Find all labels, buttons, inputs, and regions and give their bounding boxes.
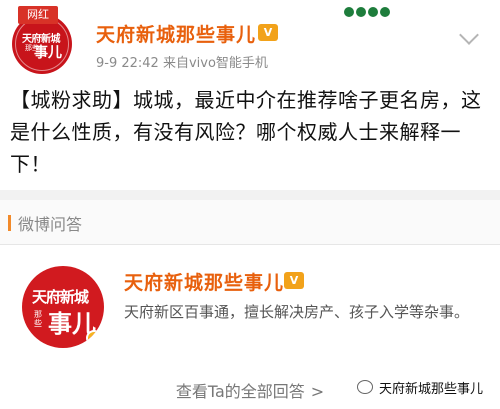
verified-badge-icon: [86, 330, 102, 346]
wechat-logo-icon: [357, 380, 373, 394]
v-badge-icon: V: [258, 24, 278, 41]
see-all-label: 查看Ta的全部回答: [175, 382, 305, 401]
section-accent-bar: [8, 215, 11, 231]
watermark: 天府新城那些事儿: [355, 378, 486, 397]
qa-section-label: 微博问答: [18, 215, 83, 234]
post-content: 【城粉求助】城城，最近中介在推荐啥子更名房，这是什么性质，有没有风险？哪个权威人…: [10, 88, 482, 176]
v-badge-icon: V: [284, 272, 304, 289]
qa-avatar[interactable]: 天府新城 那些 事儿: [22, 266, 104, 348]
qa-header-divider: [0, 244, 500, 245]
post-meta: 9-9 22:42 来自vivo智能手机: [96, 56, 268, 71]
qa-account-description: 天府新区百事通，擅长解决房产、孩子入学等杂事。: [124, 303, 470, 321]
chevron-right-icon: >: [310, 382, 325, 401]
post-account-name[interactable]: 天府新城那些事儿: [96, 20, 256, 47]
qa-section-header: 微博问答: [0, 200, 500, 244]
section-divider: [0, 190, 500, 200]
watermark-bike-icon: [344, 2, 392, 17]
avatar-text-big: 事儿: [34, 45, 62, 61]
avatar-text-small: 那些: [34, 310, 42, 328]
influencer-badge: 网红: [18, 6, 58, 24]
watermark-text: 天府新城那些事儿: [379, 382, 484, 397]
qa-account-name[interactable]: 天府新城那些事儿: [124, 268, 284, 295]
